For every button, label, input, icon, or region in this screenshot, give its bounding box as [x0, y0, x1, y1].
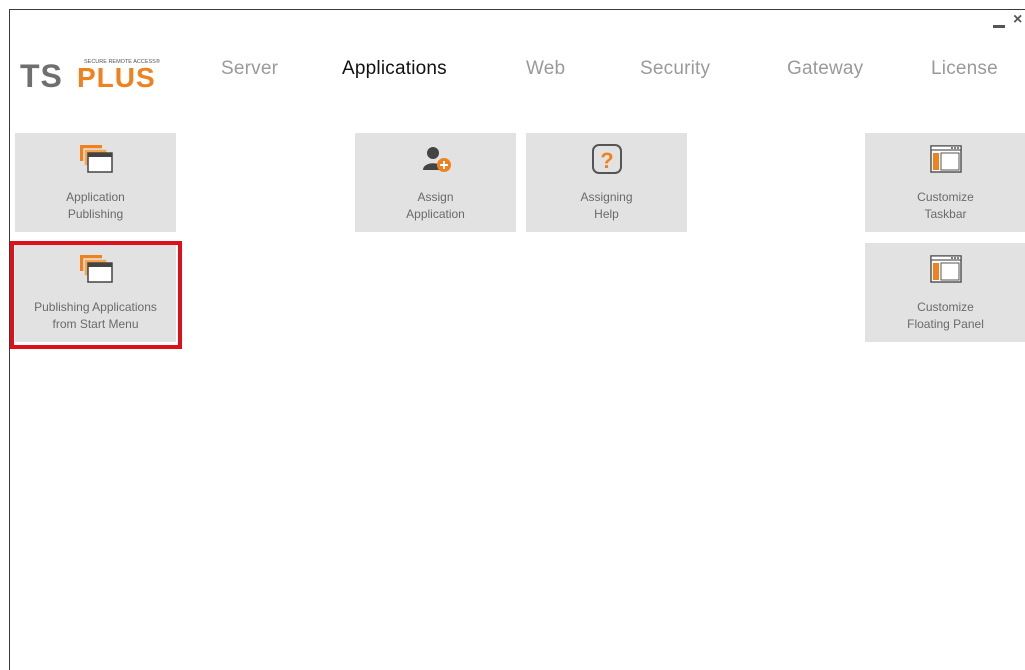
logo-plus: PLUS	[77, 62, 156, 90]
tab-server[interactable]: Server	[221, 58, 278, 86]
tile-label-line1: Assign	[417, 190, 454, 204]
stacked-windows-icon	[79, 145, 113, 173]
tile-label-line2: Taskbar	[924, 207, 967, 221]
customize-taskbar-button[interactable]: Customize Taskbar	[865, 133, 1025, 232]
tile-label-line2: Application	[406, 207, 465, 221]
assign-application-button[interactable]: Assign Application	[355, 133, 516, 232]
customize-floating-panel-button[interactable]: Customize Floating Panel	[865, 243, 1025, 342]
tile-label-line2: Floating Panel	[907, 317, 984, 331]
tab-applications[interactable]: Applications	[342, 58, 447, 86]
window-panel-icon	[929, 255, 962, 283]
question-mark-icon: ?	[591, 144, 622, 174]
user-add-icon	[422, 147, 451, 172]
tab-security[interactable]: Security	[640, 58, 710, 86]
tile-label-line1: Customize	[917, 300, 974, 314]
tile-label-line2: Publishing	[67, 207, 124, 221]
window-panel-icon	[929, 145, 962, 173]
minimize-button[interactable]	[993, 25, 1005, 28]
tab-license[interactable]: License	[931, 58, 998, 86]
logo-ts: TS	[20, 58, 63, 90]
tile-label-line1: Customize	[917, 190, 974, 204]
application-publishing-button[interactable]: Application Publishing	[15, 133, 176, 232]
svg-text:?: ?	[600, 148, 613, 173]
tile-label-line1: Application	[66, 190, 125, 204]
tab-gateway[interactable]: Gateway	[787, 58, 863, 86]
tile-label-line2: Help	[594, 207, 619, 221]
tile-label-line1: Assigning	[580, 190, 633, 204]
close-button[interactable]: ×	[1013, 12, 1022, 28]
highlight-box	[10, 241, 182, 349]
tsplus-logo: SECURE REMOTE ACCESS® TS PLUS	[20, 58, 160, 90]
tab-web[interactable]: Web	[526, 58, 565, 86]
assigning-help-button[interactable]: ? Assigning Help	[526, 133, 687, 232]
